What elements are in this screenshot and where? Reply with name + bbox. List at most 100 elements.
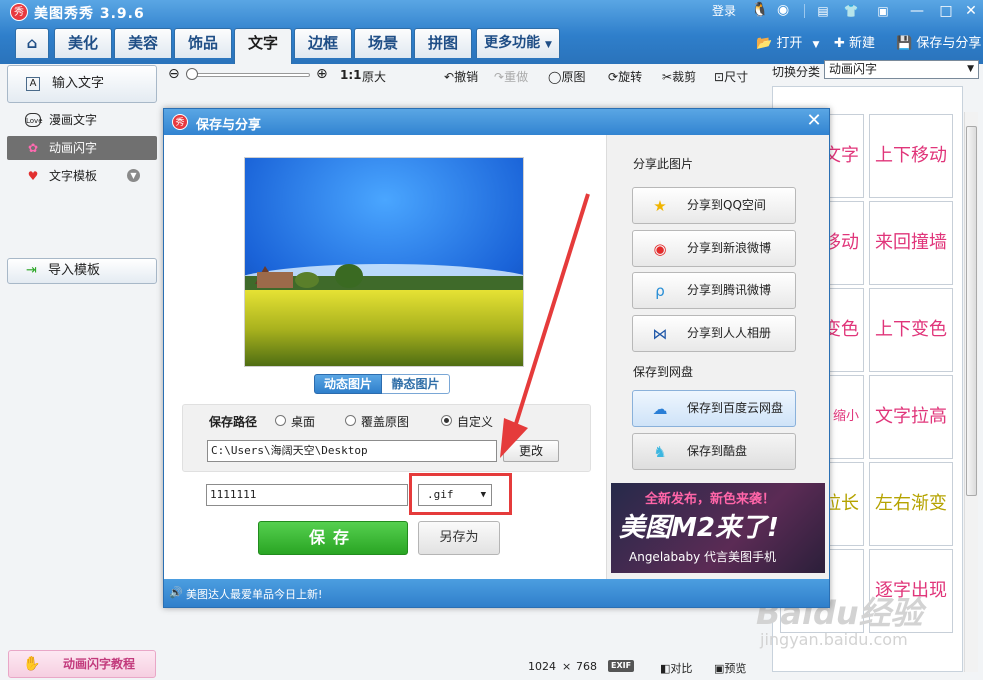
login-link[interactable]: 登录 — [712, 2, 736, 19]
change-path-button[interactable]: 更改 — [503, 440, 559, 462]
sidebar-item-text-template[interactable]: ♥ 文字模板 ▼ — [7, 164, 157, 188]
zoom-in-icon[interactable]: ⊕ — [316, 66, 328, 82]
switch-category-label: 切换分类 — [772, 65, 821, 79]
crop-button[interactable]: ✂裁剪 — [662, 68, 696, 85]
open-button[interactable]: 📂 打开 ▼ — [756, 32, 819, 51]
dialog-footer: 🔊 美图达人最爱单品今日上新! — [164, 579, 829, 607]
original-label: 原图 — [561, 70, 586, 84]
animated-text-tutorial-button[interactable]: ✋ 动画闪字教程 — [8, 650, 156, 678]
category-select[interactable]: 动画闪字 ▼ — [824, 60, 979, 79]
cloud-button-1[interactable]: ♞ 保存到酷盘 — [632, 432, 796, 470]
effect-tile[interactable]: 文字拉高 — [869, 375, 953, 459]
rotate-icon: ⟳ — [608, 70, 619, 84]
input-text-button[interactable]: A 输入文字 — [7, 65, 157, 103]
share-button-1[interactable]: ◉ 分享到新浪微博 — [632, 229, 796, 267]
share-button-2[interactable]: ρ 分享到腾讯微博 — [632, 272, 796, 309]
exif-badge[interactable]: EXIF — [608, 660, 635, 672]
undo-icon: ↶ — [444, 70, 455, 84]
i-love-you-icon: ♥ — [27, 169, 39, 183]
close-button[interactable]: ✕ — [958, 1, 983, 21]
animated-image-tab[interactable]: 动态图片 — [314, 374, 382, 394]
expand-chevron-icon[interactable]: ▼ — [127, 169, 140, 182]
dialog-close-button[interactable]: ✕ — [804, 111, 824, 131]
menu-icon[interactable]: ▤ — [810, 1, 836, 21]
tab-beauty[interactable]: 美容 — [114, 28, 172, 58]
share-button-3[interactable]: ⋈ 分享到人人相册 — [632, 314, 796, 352]
sidebar-item-label: 文字模板 — [49, 169, 98, 183]
resize-button[interactable]: ⊡尺寸 — [714, 68, 748, 85]
import-icon: ⇥ — [26, 263, 37, 278]
save-as-button[interactable]: 另存为 — [418, 521, 500, 555]
import-template-label: 导入模板 — [48, 263, 101, 278]
static-image-tab[interactable]: 静态图片 — [382, 374, 450, 394]
effects-scrollbar[interactable] — [964, 112, 978, 672]
effect-tile[interactable]: 来回撞墙 — [869, 201, 953, 285]
sidebar-item-animated-text[interactable]: ✿ 动画闪字 — [7, 136, 157, 160]
dialog-title-bar: 秀 保存与分享 ✕ — [164, 109, 829, 135]
effect-tile[interactable]: 上下移动 — [869, 114, 953, 198]
share-icon: ⋈ — [652, 324, 668, 343]
rotate-button[interactable]: ⟳旋转 — [608, 68, 642, 85]
ratio-label[interactable]: 1:1 — [340, 68, 362, 82]
zoom-slider[interactable] — [188, 73, 310, 77]
compare-button[interactable]: ◧对比 — [660, 660, 692, 676]
crop-icon: ✂ — [662, 70, 673, 84]
dropdown-arrow-icon: ▼ — [967, 64, 974, 74]
tab-border[interactable]: 边框 — [294, 28, 352, 58]
import-template-button[interactable]: ⇥ 导入模板 — [7, 258, 157, 284]
filename-input[interactable]: 1111111 — [206, 484, 408, 506]
zoom-out-icon[interactable]: ⊖ — [168, 66, 180, 82]
tab-collage[interactable]: 拼图 — [414, 28, 472, 58]
redo-button[interactable]: ↷重做 — [494, 68, 528, 85]
footer-news-link[interactable]: 美图达人最爱单品今日上新! — [186, 586, 322, 602]
watermark-sub: jingyan.baidu.com — [760, 630, 908, 649]
radio-custom[interactable]: 自定义 — [441, 413, 493, 430]
share-icon: ◉ — [653, 239, 667, 258]
new-button[interactable]: ✚ 新建 — [834, 32, 875, 51]
effect-tile[interactable]: 左右渐变 — [869, 462, 953, 546]
feedback-icon[interactable]: ▣ — [870, 1, 896, 21]
new-label: 新建 — [849, 36, 876, 51]
save-share-label: 保存与分享 — [916, 36, 982, 51]
ad-title: 美图M2来了! — [619, 513, 779, 543]
dropdown-arrow-icon: ▼ — [812, 40, 820, 50]
ad-caption: Angelababy 代言美图手机 — [629, 550, 777, 564]
maximize-button[interactable]: □ — [933, 1, 959, 21]
redo-icon: ↷ — [494, 70, 505, 84]
cloud-button-0[interactable]: ☁ 保存到百度云网盘 — [632, 390, 796, 427]
tab-home[interactable]: ⌂ — [15, 28, 49, 58]
left-sidebar: A 输入文字 Love 漫画文字 ✿ 动画闪字 ♥ 文字模板 ▼ ⇥ 导入模板 … — [0, 64, 162, 680]
radio-label: 自定义 — [457, 415, 494, 429]
title-bar: 秀 美图秀秀 3.9.6 登录 🐧 ◉ ▤ 👕 ▣ — □ ✕ ⌂ 美化 美容 … — [0, 0, 983, 64]
share-button-0[interactable]: ★ 分享到QQ空间 — [632, 187, 796, 224]
resize-icon: ⊡ — [714, 70, 725, 84]
minimize-button[interactable]: — — [904, 1, 930, 21]
save-path-group: 保存路径 桌面 覆盖原图 自定义 C:\Users\海阔天空\Desktop 更… — [182, 404, 591, 472]
original-size-button[interactable]: 原大 — [362, 68, 386, 85]
effect-tile[interactable]: 上下变色 — [869, 288, 953, 372]
tab-more-features[interactable]: 更多功能 ▼ — [476, 28, 560, 58]
save-path-input[interactable]: C:\Users\海阔天空\Desktop — [207, 440, 497, 462]
weibo-icon[interactable]: ◉ — [777, 2, 789, 18]
save-share-button[interactable]: 💾 保存与分享 — [896, 32, 981, 51]
original-image-button[interactable]: ◯原图 — [548, 68, 585, 85]
radio-desktop[interactable]: 桌面 — [275, 413, 315, 430]
tab-text[interactable]: 文字 — [234, 28, 292, 64]
tab-beautify[interactable]: 美化 — [54, 28, 112, 58]
qq-icon[interactable]: 🐧 — [751, 2, 768, 18]
tab-scene[interactable]: 场景 — [354, 28, 412, 58]
tab-decoration[interactable]: 饰品 — [174, 28, 232, 58]
undo-button[interactable]: ↶撤销 — [444, 68, 478, 85]
zoom-slider-handle[interactable] — [186, 68, 198, 80]
skin-icon[interactable]: 👕 — [838, 1, 864, 21]
folder-icon: 📂 — [756, 36, 773, 51]
preview-button[interactable]: ▣预览 — [714, 660, 746, 676]
sidebar-item-comic-text[interactable]: Love 漫画文字 — [7, 108, 157, 132]
ad-banner[interactable]: 全新发布，新色来袭！ 美图M2来了! Angelababy 代言美图手机 — [611, 483, 825, 573]
save-button[interactable]: 保存 — [258, 521, 408, 555]
app-logo-icon: 秀 — [172, 114, 188, 130]
radio-overwrite[interactable]: 覆盖原图 — [345, 413, 409, 430]
scrollbar-thumb[interactable] — [966, 126, 977, 496]
crop-label: 裁剪 — [672, 70, 697, 84]
image-height: 768 — [576, 660, 597, 673]
